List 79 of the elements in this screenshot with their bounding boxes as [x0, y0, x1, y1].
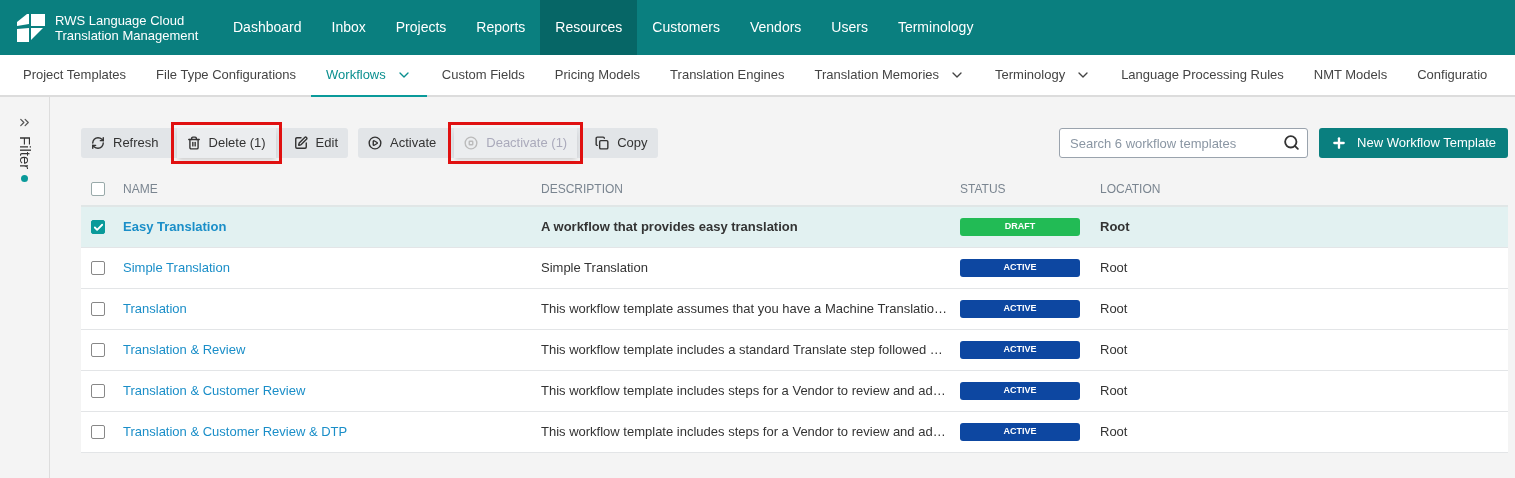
- template-name-link[interactable]: Translation & Customer Review & DTP: [123, 424, 348, 440]
- logo-icon: [15, 11, 47, 44]
- plus-icon: [1331, 135, 1348, 151]
- table-row[interactable]: Easy Translation A workflow that provides easy translation DRAFT Root: [81, 207, 1508, 248]
- row-checkbox[interactable]: [91, 343, 105, 357]
- column-header: DESCRIPTION: [541, 181, 624, 198]
- sub-nav-tab[interactable]: Language Processing Rules: [1106, 55, 1299, 97]
- edit-icon: [293, 136, 308, 150]
- description-text: This workflow template includes steps for a Vendor to review and ad…: [541, 383, 946, 399]
- play-icon: [368, 136, 382, 150]
- top-nav-tab[interactable]: Terminology: [882, 0, 989, 55]
- status-badge: ACTIVE: [960, 341, 1080, 359]
- sub-nav-tab[interactable]: Project Templates: [8, 55, 142, 97]
- sub-nav-tab[interactable]: Workflows: [311, 55, 427, 97]
- status-badge: ACTIVE: [960, 300, 1080, 318]
- check-icon: [92, 221, 104, 233]
- sub-nav-tab[interactable]: Translation Engines: [655, 55, 800, 97]
- sub-nav-tab[interactable]: Terminology: [980, 55, 1107, 97]
- sub-nav-tab[interactable]: File Type Configurations: [141, 55, 312, 97]
- top-nav-tab[interactable]: Reports: [461, 0, 541, 55]
- stop-icon: [464, 136, 479, 150]
- top-nav-tab[interactable]: Resources: [540, 0, 638, 55]
- table-row[interactable]: Simple Translation Simple Translation ACTIVE Root: [81, 248, 1508, 289]
- copy-icon: [595, 136, 610, 150]
- trash-icon: [186, 136, 201, 150]
- top-nav-tab[interactable]: Inbox: [316, 0, 381, 55]
- filter-label[interactable]: Filter: [13, 136, 36, 170]
- brand-subtitle: Translation Management: [55, 27, 199, 43]
- location-text: Root: [1100, 259, 1128, 278]
- status-badge: DRAFT: [960, 218, 1080, 236]
- description-text: Simple Translation: [541, 260, 648, 276]
- location-text: Root: [1100, 382, 1128, 401]
- top-nav-tab[interactable]: Users: [816, 0, 883, 55]
- edit-button[interactable]: Edit: [283, 128, 348, 158]
- sub-nav-tab[interactable]: Pricing Models: [539, 55, 656, 97]
- status-badge: ACTIVE: [960, 259, 1080, 277]
- sub-nav-tab[interactable]: Custom Fields: [426, 55, 540, 97]
- sub-nav-tab[interactable]: Configuratio: [1402, 55, 1503, 97]
- description-text: This workflow template assumes that you have a Machine Translatio…: [541, 301, 948, 317]
- table-row[interactable]: Translation & Customer Review This workflow template includes steps for a Vendor to review and ad… ACTIVE Root: [81, 371, 1508, 412]
- brand-name: RWS Language Cloud: [55, 12, 186, 28]
- status-badge: ACTIVE: [960, 423, 1080, 441]
- activate-button[interactable]: Activate: [358, 128, 447, 158]
- column-header: STATUS: [960, 181, 1007, 198]
- location-text: Root: [1100, 300, 1128, 319]
- location-text: Root: [1100, 423, 1128, 442]
- top-nav-tab[interactable]: Customers: [637, 0, 735, 55]
- template-name-link[interactable]: Simple Translation: [123, 260, 230, 276]
- location-text: Root: [1100, 218, 1130, 237]
- template-name-link[interactable]: Translation & Review: [123, 342, 246, 358]
- table-row[interactable]: Translation & Review This workflow template includes a standard Translate step followed … ACTIVE Root: [81, 330, 1508, 371]
- new-template-button[interactable]: New Workflow Template: [1319, 128, 1508, 158]
- description-text: A workflow that provides easy translation: [541, 219, 798, 235]
- row-checkbox[interactable]: [91, 384, 105, 398]
- row-checkbox[interactable]: [91, 302, 105, 316]
- location-text: Root: [1100, 341, 1128, 360]
- status-badge: ACTIVE: [960, 382, 1080, 400]
- top-nav-tab[interactable]: Vendors: [734, 0, 817, 55]
- sub-nav-tab[interactable]: Translation Memories: [799, 55, 981, 97]
- row-checkbox[interactable]: [91, 220, 105, 234]
- column-header: NAME: [123, 181, 159, 198]
- select-all-checkbox[interactable]: [91, 182, 105, 196]
- refresh-icon: [91, 136, 105, 150]
- top-nav-tab[interactable]: Dashboard: [218, 0, 317, 55]
- column-header: LOCATION: [1100, 181, 1161, 198]
- row-checkbox[interactable]: [91, 261, 105, 275]
- search-field[interactable]: Search 6 workflow templates: [1059, 128, 1309, 158]
- table-row[interactable]: Translation This workflow template assumes that you have a Machine Translatio… ACTIVE Root: [81, 289, 1508, 330]
- copy-button[interactable]: Copy: [585, 128, 658, 158]
- template-name-link[interactable]: Translation & Customer Review: [123, 383, 306, 399]
- description-text: This workflow template includes steps for a Vendor to review and ad…: [541, 424, 946, 440]
- search-icon[interactable]: [1283, 134, 1301, 151]
- description-text: This workflow template includes a standard Translate step followed …: [541, 342, 943, 358]
- table-row[interactable]: Translation & Customer Review & DTP This workflow template includes steps for a Vendor to review and ad… ACTIVE Root: [81, 412, 1508, 453]
- top-nav-tab[interactable]: Projects: [380, 0, 462, 55]
- sub-nav-tab[interactable]: NMT Models: [1298, 55, 1403, 97]
- row-checkbox[interactable]: [91, 425, 105, 439]
- refresh-button[interactable]: Refresh: [81, 128, 169, 158]
- template-name-link[interactable]: Translation: [123, 301, 187, 317]
